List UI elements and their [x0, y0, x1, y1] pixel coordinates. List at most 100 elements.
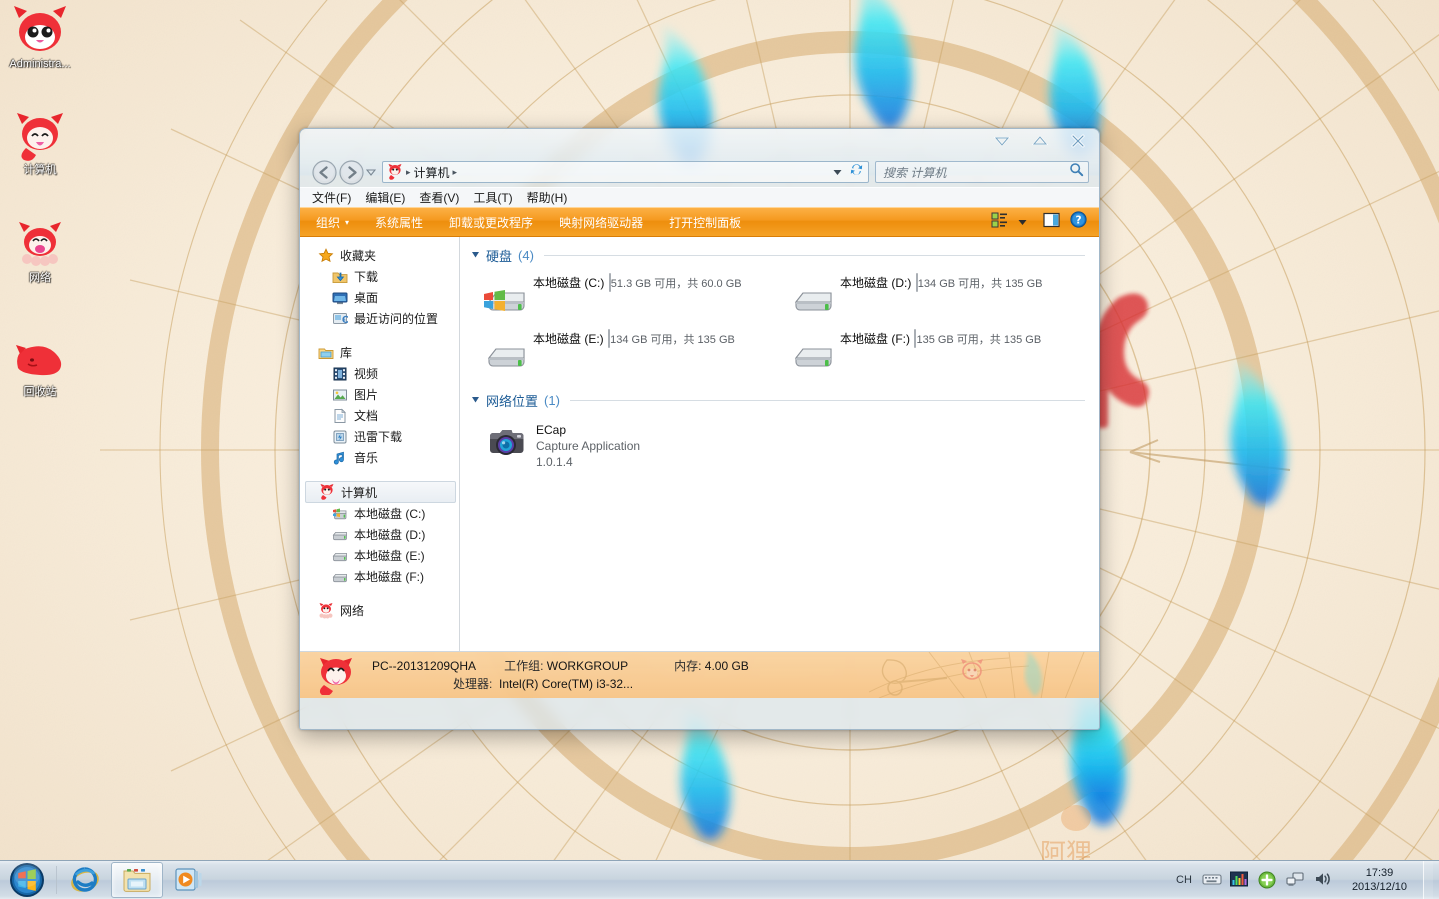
- sidebar-item-drive-c[interactable]: 本地磁盘 (C:): [300, 503, 459, 524]
- drive-tiles[interactable]: 本地磁盘 (C:) 51.3 GB 可用，共 60.0 GB 本地磁盘 (D:)…: [471, 271, 1099, 383]
- window-titlebar[interactable]: [300, 129, 1099, 157]
- sidebar-item-drive-e[interactable]: 本地磁盘 (E:): [300, 545, 459, 566]
- sidebar-item-label: 下载: [354, 270, 379, 284]
- drive-tile-c[interactable]: 本地磁盘 (C:) 51.3 GB 可用，共 60.0 GB: [471, 271, 778, 327]
- command-bar-right[interactable]: ?: [991, 211, 1091, 233]
- map-network-drive-button[interactable]: 映射网络驱动器: [559, 214, 643, 231]
- sidebar-item-desktop[interactable]: 桌面: [300, 287, 459, 308]
- help-icon[interactable]: ?: [1070, 211, 1087, 233]
- recent-places-icon: [332, 311, 350, 327]
- clock[interactable]: 17:39 2013/12/10: [1342, 866, 1413, 894]
- drive-tile-d[interactable]: 本地磁盘 (D:) 134 GB 可用，共 135 GB: [778, 271, 1085, 327]
- system-tray[interactable]: CH 17:39 2013/12/10: [1176, 860, 1439, 899]
- window-caption-buttons[interactable]: [992, 133, 1088, 149]
- chevron-down-icon[interactable]: [833, 163, 842, 181]
- collapse-arrow-icon[interactable]: [471, 395, 480, 406]
- drive-capacity-text: 134 GB 可用，共 135 GB: [610, 334, 735, 346]
- explorer-window[interactable]: ▸ 计算机 ▸ 搜索 计算机 文件(F) 编辑(E) 查看(V) 工具(T) 帮…: [299, 128, 1100, 730]
- system-drive-icon: [332, 506, 348, 522]
- taskbar-button-internet-explorer[interactable]: [59, 862, 111, 898]
- ie-icon: [71, 867, 99, 892]
- breadcrumb-bar[interactable]: ▸ 计算机 ▸: [382, 161, 869, 183]
- sidebar-item-music[interactable]: 音乐: [300, 447, 459, 468]
- desktop-icon-administrator[interactable]: Administra...: [2, 6, 78, 71]
- group-header-harddisks[interactable]: 硬盘 (4): [471, 246, 1099, 265]
- address-bar-actions[interactable]: [833, 162, 864, 182]
- breadcrumb[interactable]: ▸ 计算机 ▸: [406, 164, 827, 181]
- camera-icon: [486, 422, 526, 462]
- close-button[interactable]: [1068, 133, 1088, 149]
- content-pane[interactable]: 硬盘 (4) 本地磁盘 (C:) 51.3 GB 可用，共 60.0 GB 本地…: [460, 237, 1099, 651]
- desktop-icon-network[interactable]: 网络: [2, 220, 78, 285]
- keyboard-icon[interactable]: [1202, 871, 1222, 889]
- breadcrumb-item-computer[interactable]: 计算机: [414, 164, 450, 181]
- drive-tile-e[interactable]: 本地磁盘 (E:) 134 GB 可用，共 135 GB: [471, 327, 778, 383]
- equalizer-icon[interactable]: [1229, 871, 1248, 889]
- ime-indicator[interactable]: CH: [1176, 874, 1192, 886]
- menu-file[interactable]: 文件(F): [312, 189, 351, 206]
- sidebar-item-recent-places[interactable]: 最近访问的位置: [300, 308, 459, 329]
- sidebar-item-computer[interactable]: 计算机: [305, 481, 456, 503]
- menu-tools[interactable]: 工具(T): [473, 189, 512, 206]
- sidebar-item-network[interactable]: 网络: [300, 600, 459, 621]
- drive-capacity-text: 51.3 GB 可用，共 60.0 GB: [610, 278, 742, 290]
- system-properties-button[interactable]: 系统属性: [375, 214, 423, 231]
- sidebar-item-documents[interactable]: 文档: [300, 405, 459, 426]
- taskbar-button-windows-explorer[interactable]: [111, 862, 163, 898]
- address-bar-row[interactable]: ▸ 计算机 ▸ 搜索 计算机: [300, 157, 1099, 187]
- network-icon[interactable]: [1286, 871, 1304, 889]
- maximize-button[interactable]: [1030, 133, 1050, 149]
- videos-icon: [332, 366, 348, 382]
- taskbar[interactable]: CH 17:39 2013/12/10: [0, 860, 1439, 899]
- sidebar-item-drive-d[interactable]: 本地磁盘 (D:): [300, 524, 459, 545]
- preview-pane-icon[interactable]: [1043, 212, 1060, 233]
- show-desktop-button[interactable]: [1423, 860, 1433, 899]
- sidebar-item-libraries[interactable]: 库: [300, 342, 459, 363]
- drive-tile-f[interactable]: 本地磁盘 (F:) 135 GB 可用，共 135 GB: [778, 327, 1085, 383]
- search-input[interactable]: 搜索 计算机: [875, 161, 1089, 183]
- group-title: 硬盘: [486, 249, 513, 264]
- sidebar-item-pictures[interactable]: 图片: [300, 384, 459, 405]
- details-pane[interactable]: PC--20131209QHA 工作组: WORKGROUP 内存: 4.00 …: [300, 651, 1099, 698]
- collapse-arrow-icon[interactable]: [471, 250, 480, 261]
- update-shield-icon[interactable]: [1258, 871, 1276, 889]
- start-orb-icon[interactable]: [0, 860, 54, 899]
- menu-bar[interactable]: 文件(F) 编辑(E) 查看(V) 工具(T) 帮助(H): [300, 187, 1099, 207]
- drive-tile-meta: 本地磁盘 (D:) 134 GB 可用，共 135 GB: [836, 273, 1085, 327]
- search-icon[interactable]: [1069, 162, 1084, 182]
- volume-icon[interactable]: [1314, 871, 1332, 889]
- uninstall-change-program-button[interactable]: 卸载或更改程序: [449, 214, 533, 231]
- view-caret-icon[interactable]: [1018, 213, 1027, 231]
- forward-button[interactable]: [339, 159, 364, 185]
- fox-computer-icon: [314, 655, 358, 696]
- menu-help[interactable]: 帮助(H): [527, 189, 568, 206]
- open-control-panel-button[interactable]: 打开控制面板: [669, 214, 741, 231]
- sidebar-item-videos[interactable]: 视频: [300, 363, 459, 384]
- organize-button[interactable]: 组织 ▾: [316, 214, 349, 231]
- window-body[interactable]: 收藏夹 下载 桌面 最近访问的位置 库 视频 图片 文档 迅雷下载 音乐 计算机…: [300, 237, 1099, 651]
- sidebar-item-thunder-download[interactable]: 迅雷下载: [300, 426, 459, 447]
- taskbar-button-media-player[interactable]: [163, 862, 215, 898]
- back-button[interactable]: [312, 159, 337, 185]
- desktop-icon-computer[interactable]: 计算机: [2, 112, 78, 177]
- group-header-network-locations[interactable]: 网络位置 (1): [471, 391, 1099, 410]
- refresh-icon[interactable]: [849, 162, 864, 182]
- desktop-icon-recyclebin[interactable]: 回收站: [2, 334, 78, 399]
- network-item-name: ECap: [536, 423, 567, 437]
- sidebar-item-downloads[interactable]: 下载: [300, 266, 459, 287]
- menu-view[interactable]: 查看(V): [419, 189, 459, 206]
- breadcrumb-separator-1[interactable]: ▸: [453, 167, 458, 178]
- sidebar-item-drive-f[interactable]: 本地磁盘 (F:): [300, 566, 459, 587]
- command-bar[interactable]: 组织 ▾ 系统属性 卸载或更改程序 映射网络驱动器 打开控制面板 ?: [300, 207, 1099, 237]
- network-tile-ecap[interactable]: ECap Capture Application 1.0.1.4: [471, 416, 1099, 470]
- navigation-pane[interactable]: 收藏夹 下载 桌面 最近访问的位置 库 视频 图片 文档 迅雷下载 音乐 计算机…: [300, 237, 460, 651]
- desktop[interactable]: 阿狸 Administra...: [0, 0, 1439, 899]
- sidebar-item-favorites[interactable]: 收藏夹: [300, 245, 459, 266]
- computer-name: PC--20131209QHA: [372, 659, 477, 673]
- menu-edit[interactable]: 编辑(E): [365, 189, 405, 206]
- fox-network-icon: [2, 220, 78, 270]
- history-dropdown-button[interactable]: [364, 161, 378, 183]
- view-layout-icon[interactable]: [991, 212, 1008, 233]
- drive-name: 本地磁盘 (F:): [840, 332, 910, 346]
- minimize-button[interactable]: [992, 133, 1012, 149]
